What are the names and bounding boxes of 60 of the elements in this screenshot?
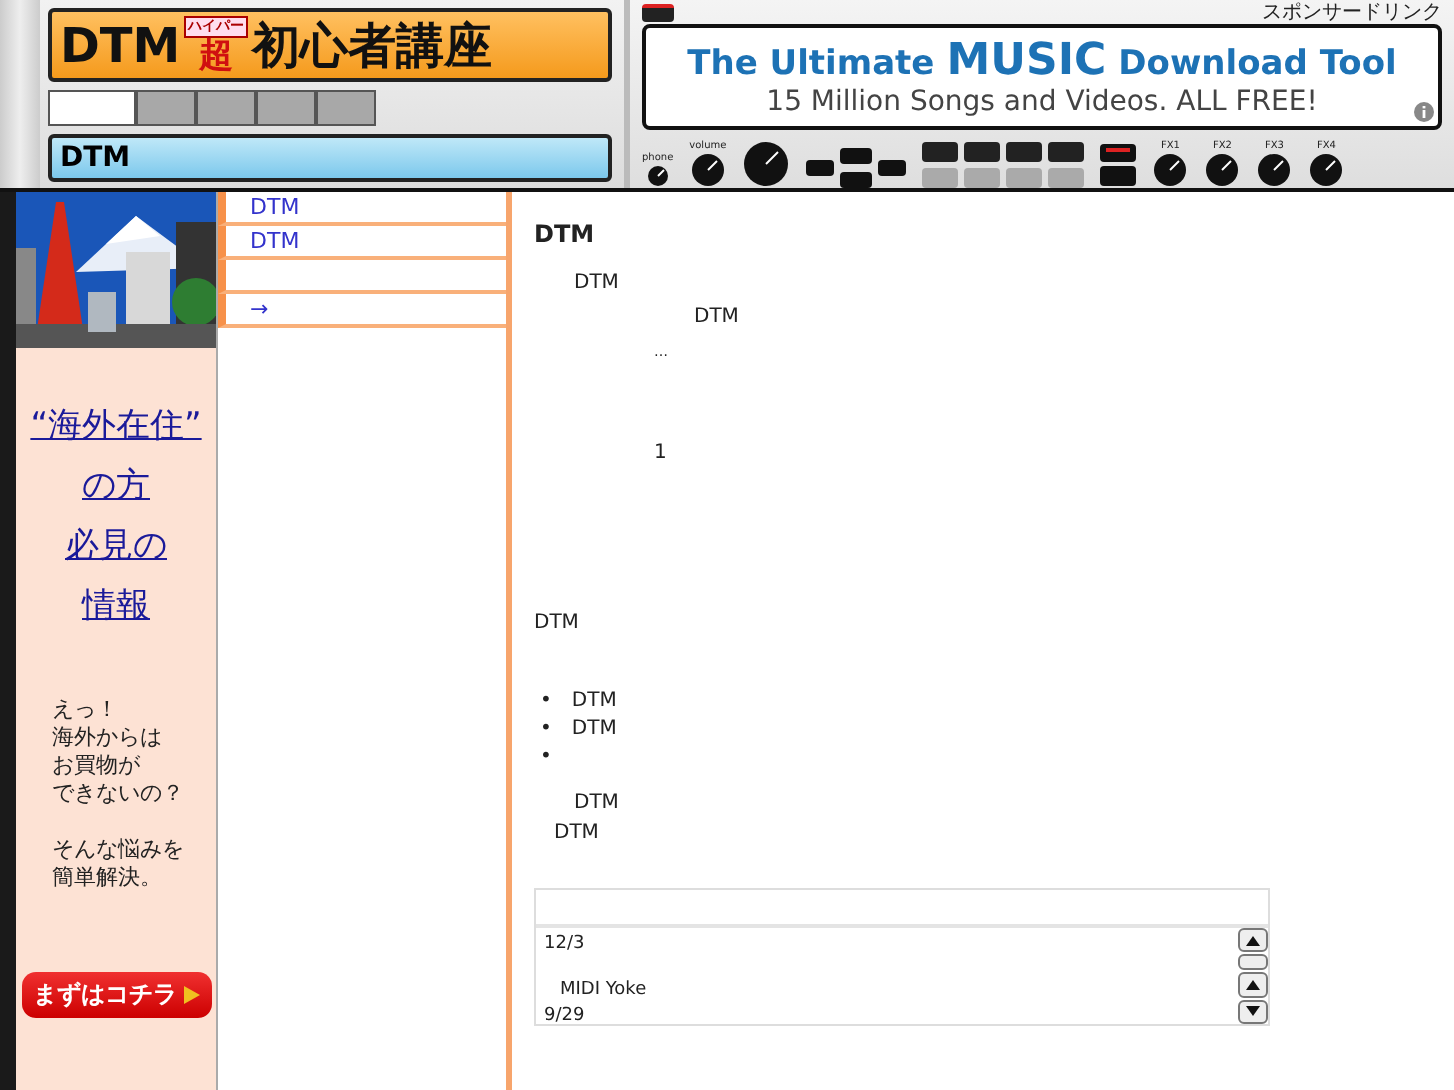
knob-icon[interactable]: [645, 164, 670, 188]
promo-text: えっ！: [50, 696, 120, 724]
led-icon: [642, 3, 674, 21]
knob-icon[interactable]: [1204, 152, 1241, 188]
body-text: DTM: [534, 612, 579, 634]
scroll-thumb[interactable]: [1238, 954, 1268, 971]
play-icon: [183, 986, 199, 1004]
nav-tab[interactable]: [136, 90, 196, 126]
section-bar: DTM: [48, 134, 612, 182]
body-text: DTM: [574, 272, 619, 294]
bullet-marker: •: [540, 688, 552, 716]
ad-headline: The Ultimate: [687, 43, 935, 84]
promo-link[interactable]: 必見の: [65, 516, 167, 576]
ad-subline: 15 Million Songs and Videos. ALL FREE!: [766, 85, 1318, 118]
up-arrow-icon: [1246, 935, 1260, 946]
body-text: 1: [654, 442, 667, 464]
ad-banner[interactable]: The Ultimate MUSIC Download Tool 15 Million Songs and Videos. ALL FREE!: [642, 24, 1442, 130]
cta-button[interactable]: まずはコチラ: [21, 972, 211, 1018]
news-line: MIDI Yoke: [560, 980, 647, 1000]
bullet-item: DTM: [571, 688, 617, 716]
page-title: DTM: [534, 220, 597, 248]
nav-tab[interactable]: [256, 90, 316, 126]
knob-icon[interactable]: [1152, 152, 1189, 188]
nav-tab[interactable]: [316, 90, 376, 126]
scroll-up-button[interactable]: [1238, 972, 1268, 998]
news-line: 9/29: [544, 1006, 585, 1024]
scroll-down-button[interactable]: [1238, 999, 1268, 1024]
ad-headline: Download Tool: [1118, 43, 1397, 84]
body-text: DTM: [574, 792, 619, 814]
knob-icon[interactable]: [1308, 152, 1345, 188]
nav-link[interactable]: →: [218, 294, 506, 328]
body-text: DTM: [694, 306, 739, 328]
promo-link[interactable]: 情報: [82, 576, 150, 636]
knob-icon[interactable]: [689, 152, 726, 188]
knob-icon[interactable]: [1256, 152, 1293, 188]
knob-icon[interactable]: [742, 140, 791, 188]
promo-text: できないの？: [50, 780, 186, 808]
promo-text: そんな悩みを: [50, 836, 186, 864]
down-arrow-icon: [1246, 1006, 1260, 1017]
pad-grid[interactable]: [922, 142, 1085, 188]
up-arrow-icon: [1246, 979, 1260, 990]
nav-link[interactable]: DTM: [218, 192, 506, 226]
nav-tab[interactable]: [48, 90, 136, 126]
promo-text: 海外からは: [50, 724, 164, 752]
nav-link[interactable]: DTM: [218, 226, 506, 260]
promo-link[interactable]: “海外在住”: [30, 396, 202, 456]
pad-icon[interactable]: [1100, 140, 1137, 188]
info-icon[interactable]: [1414, 101, 1434, 122]
bullet-marker: •: [540, 744, 552, 772]
promo-text: お買物が: [50, 752, 142, 780]
promo-text: 簡単解決。: [50, 864, 164, 892]
bullet-marker: •: [540, 716, 552, 744]
scroll-up-button[interactable]: [1238, 928, 1268, 953]
promo-link[interactable]: の方: [82, 456, 150, 516]
nav-tab[interactable]: [196, 90, 256, 126]
ad-headline: MUSIC: [946, 35, 1107, 86]
bullet-item: DTM: [571, 716, 617, 744]
news-line: 12/3: [544, 934, 585, 954]
body-text: DTM: [554, 822, 599, 844]
sponsor-label: スポンサードリンク: [1262, 0, 1442, 26]
